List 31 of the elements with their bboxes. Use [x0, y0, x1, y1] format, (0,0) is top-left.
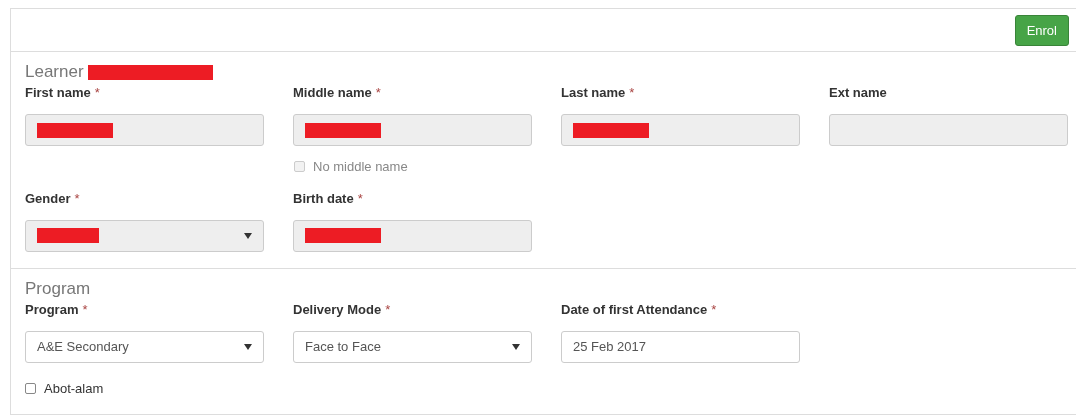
checkbox-label: No middle name: [313, 158, 408, 176]
caret-icon: [512, 343, 520, 350]
field-label: Program: [25, 300, 79, 319]
select-field[interactable]: Face to Face: [293, 330, 532, 363]
section-title: Learner: [25, 61, 84, 84]
field-label: Middle name: [293, 84, 372, 102]
field-label: Date of first Attendance: [561, 300, 708, 319]
input-field[interactable]: 25 Feb 2017: [561, 330, 800, 363]
required-mark: *: [94, 84, 100, 102]
section-title: Program: [25, 277, 91, 300]
caret-icon: [244, 232, 252, 239]
required-mark: *: [82, 300, 88, 319]
required-mark: *: [357, 189, 363, 208]
required-mark: *: [711, 300, 717, 319]
field-label: Gender: [25, 189, 71, 208]
checkbox[interactable]: [25, 382, 36, 394]
select-value: A&E Secondary: [37, 337, 129, 356]
checkbox-label: Abot-alam: [44, 379, 104, 398]
caret-icon: [244, 343, 252, 350]
field-label: Delivery Mode: [293, 300, 382, 319]
select-value: Face to Face: [305, 337, 381, 356]
required-mark: *: [629, 84, 635, 102]
field-label: Last name: [561, 84, 626, 102]
input-value: 25 Feb 2017: [573, 337, 646, 356]
select-field[interactable]: A&E Secondary: [25, 330, 264, 363]
required-mark: *: [375, 84, 381, 102]
required-mark: *: [385, 300, 391, 319]
field-label: Ext name: [829, 84, 887, 102]
field-label: First name: [25, 84, 91, 102]
required-mark: *: [74, 189, 80, 208]
field-label: Birth date: [293, 189, 354, 208]
